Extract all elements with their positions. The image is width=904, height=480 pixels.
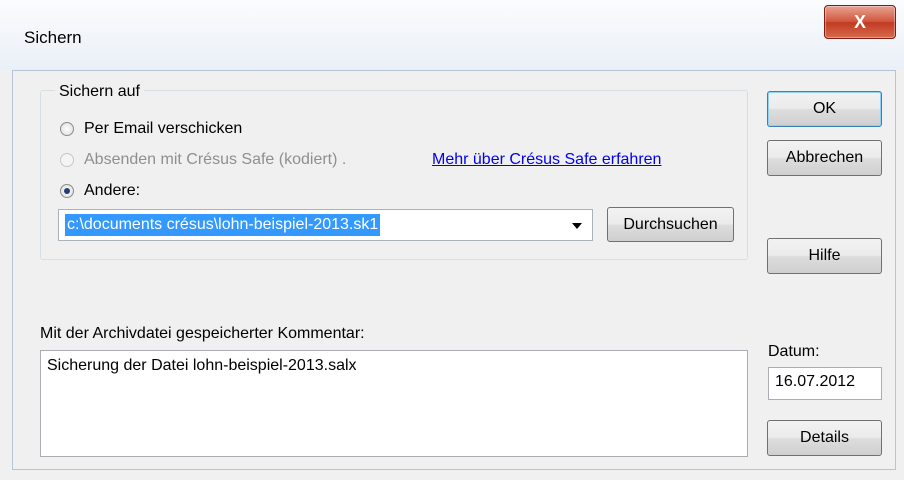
radio-button-cresus-safe[interactable] (60, 153, 74, 167)
comment-label: Mit der Archivdatei gespeicherter Kommen… (40, 325, 365, 342)
help-button[interactable]: Hilfe (767, 238, 882, 274)
title-bar: Sichern X (0, 0, 904, 70)
close-button[interactable]: X (824, 5, 896, 39)
path-value[interactable]: c:\documents crésus\lohn-beispiel-2013.s… (65, 214, 381, 236)
radio-button-email[interactable] (60, 122, 74, 136)
radio-label-email: Per Email verschicken (84, 120, 243, 137)
chevron-down-icon[interactable] (572, 223, 582, 229)
close-icon: X (853, 11, 866, 32)
comment-text[interactable]: Sicherung der Datei lohn-beispiel-2013.s… (47, 357, 357, 374)
date-label: Datum: (768, 343, 820, 360)
radio-cresus-safe[interactable]: Absenden mit Crésus Safe (kodiert) . (60, 151, 346, 169)
date-field[interactable]: 16.07.2012 (768, 367, 882, 400)
comment-textarea[interactable]: Sicherung der Datei lohn-beispiel-2013.s… (40, 350, 748, 457)
browse-button[interactable]: Durchsuchen (607, 207, 734, 242)
path-combobox[interactable]: c:\documents crésus\lohn-beispiel-2013.s… (58, 209, 593, 241)
radio-label-other: Andere: (84, 182, 141, 199)
radio-email[interactable]: Per Email verschicken (60, 120, 242, 138)
ok-button[interactable]: OK (767, 91, 882, 127)
details-button[interactable]: Details (767, 420, 882, 456)
cancel-button[interactable]: Abbrechen (767, 140, 882, 176)
radio-label-cresus-safe: Absenden mit Crésus Safe (kodiert) . (84, 151, 347, 168)
dialog-window: Sichern X Sichern auf Per Email verschic… (0, 0, 904, 480)
group-label: Sichern auf (55, 83, 144, 101)
window-title: Sichern (24, 28, 82, 47)
cresus-safe-info-link[interactable]: Mehr über Crésus Safe erfahren (432, 151, 661, 169)
radio-button-other[interactable] (60, 184, 74, 198)
date-value[interactable]: 16.07.2012 (775, 373, 855, 390)
radio-other[interactable]: Andere: (60, 182, 140, 200)
